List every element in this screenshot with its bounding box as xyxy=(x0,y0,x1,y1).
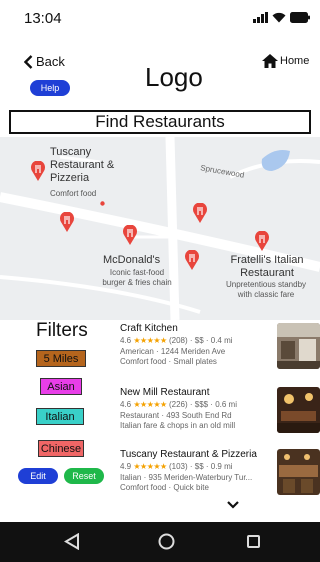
restaurant-pin-icon[interactable] xyxy=(59,212,75,232)
nav-home-icon[interactable] xyxy=(158,533,175,550)
map-place-name: McDonald's xyxy=(103,254,161,266)
result-meta: (103) · $$ · 0.9 mi xyxy=(168,462,233,471)
map-place-subtitle: Iconic fast-food burger & fries chain xyxy=(102,268,172,287)
result-photo xyxy=(277,323,320,369)
home-icon xyxy=(262,54,278,68)
restaurant-pin-icon[interactable] xyxy=(192,203,208,223)
map-place-name: Fratelli's Italian Restaurant xyxy=(230,254,304,279)
filter-chip-chinese[interactable]: Chinese xyxy=(38,440,84,457)
result-address: Italian · 935 Meriden-Waterbury Tur... xyxy=(120,473,253,482)
restaurant-pin-icon[interactable] xyxy=(30,161,46,181)
back-button[interactable]: Back xyxy=(24,54,65,69)
filter-chip-asian[interactable]: Asian xyxy=(40,378,82,395)
map[interactable]: Tuscany Restaurant & Pizzeria Comfort fo… xyxy=(0,137,320,320)
result-name: New Mill Restaurant xyxy=(120,387,210,398)
filters-title: Filters xyxy=(36,320,88,341)
home-button[interactable]: Home xyxy=(262,54,309,68)
restaurant-pin-icon[interactable] xyxy=(122,225,138,245)
result-meta: (226) · $$$ · 0.6 mi xyxy=(168,400,237,409)
result-item[interactable]: New Mill Restaurant 4.6 ★★★★★ (226) · $$… xyxy=(120,387,320,445)
result-address: Restaurant · 493 South End Rd xyxy=(120,411,232,420)
result-rating: 4.6 xyxy=(120,400,132,409)
result-name: Craft Kitchen xyxy=(120,323,178,334)
result-rating: 4.6 xyxy=(120,336,132,345)
map-place-subtitle: Unpretentious standby with classic fare xyxy=(225,280,307,299)
result-description: Comfort food · Small plates xyxy=(120,357,217,366)
map-place-subtitle: Comfort food xyxy=(50,189,97,198)
filter-chip-distance[interactable]: 5 Miles xyxy=(36,350,86,367)
map-place-name: Tuscany Restaurant & Pizzeria xyxy=(50,146,115,184)
find-restaurants-bar[interactable]: Find Restaurants xyxy=(9,110,311,134)
system-nav-bar xyxy=(0,522,320,562)
filter-chip-italian[interactable]: Italian xyxy=(36,408,84,425)
star-rating-icon: ★★★★★ xyxy=(133,400,167,409)
result-item[interactable]: Craft Kitchen 4.6 ★★★★★ (208) · $$ · 0.4… xyxy=(120,323,320,381)
nav-back-icon[interactable] xyxy=(64,533,80,550)
restaurant-pin-icon[interactable] xyxy=(254,231,270,251)
edit-button[interactable]: Edit xyxy=(18,468,58,484)
map-dot-icon xyxy=(100,201,105,206)
result-rating-line: 4.6 ★★★★★ (226) · $$$ · 0.6 mi xyxy=(120,400,237,409)
restaurant-pin-icon[interactable] xyxy=(184,250,200,270)
battery-icon xyxy=(290,12,310,23)
status-icons xyxy=(253,12,310,23)
result-photo xyxy=(277,387,320,433)
chevron-left-icon xyxy=(24,54,33,69)
result-photo xyxy=(277,449,320,495)
star-rating-icon: ★★★★★ xyxy=(133,462,167,471)
result-description: Italian fare & chops in an old mill xyxy=(120,421,236,430)
result-name: Tuscany Restaurant & Pizzeria xyxy=(120,449,257,460)
result-description: Comfort food · Quick bite xyxy=(120,483,209,492)
result-rating: 4.9 xyxy=(120,462,132,471)
home-label: Home xyxy=(280,55,310,67)
status-time: 13:04 xyxy=(24,10,62,27)
signal-icon xyxy=(253,12,268,23)
result-rating-line: 4.6 ★★★★★ (208) · $$ · 0.4 mi xyxy=(120,336,233,345)
star-rating-icon: ★★★★★ xyxy=(133,336,167,345)
nav-recents-icon[interactable] xyxy=(247,535,260,548)
result-item[interactable]: Tuscany Restaurant & Pizzeria 4.9 ★★★★★ … xyxy=(120,449,320,507)
wifi-icon xyxy=(272,12,286,23)
result-meta: (208) · $$ · 0.4 mi xyxy=(168,336,233,345)
logo: Logo xyxy=(145,62,203,92)
reset-button[interactable]: Reset xyxy=(64,468,104,484)
back-label: Back xyxy=(36,54,65,69)
result-rating-line: 4.9 ★★★★★ (103) · $$ · 0.9 mi xyxy=(120,462,233,471)
help-button[interactable]: Help xyxy=(30,80,70,96)
status-bar: 13:04 xyxy=(0,0,320,36)
chevron-down-icon[interactable] xyxy=(226,500,240,510)
result-address: American · 1244 Meriden Ave xyxy=(120,347,226,356)
find-restaurants-label: Find Restaurants xyxy=(95,112,225,131)
